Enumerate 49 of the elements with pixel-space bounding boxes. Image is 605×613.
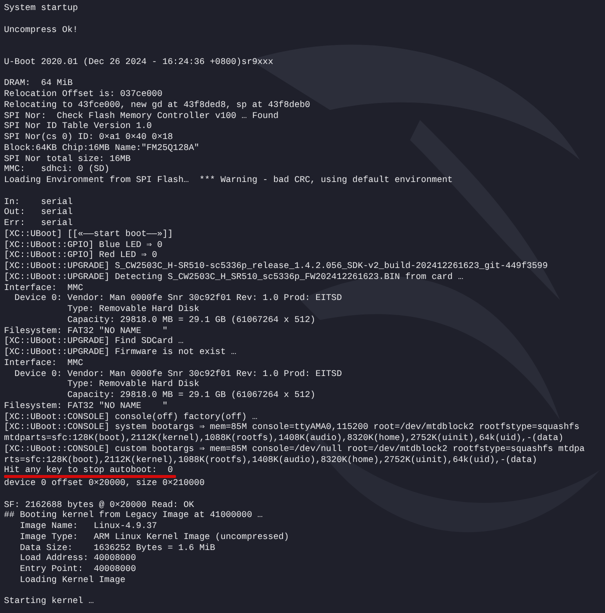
terminal-line: Out: serial xyxy=(4,207,73,218)
terminal-line: Relocation Offset is: 037ce000 xyxy=(4,89,162,100)
terminal-line: Interface: MMC xyxy=(4,358,84,368)
terminal-line: Image Name: Linux-4.9.37 xyxy=(18,521,158,532)
terminal-line: Hit any key to stop autoboot: 0 xyxy=(4,465,173,476)
terminal-line: [XC::UBoot::UPGRADE] Find SDCard … xyxy=(4,336,184,347)
terminal-line: Starting kernel … xyxy=(4,596,94,607)
terminal-line: SPI Nor(cs 0) ID: 0×a1 0×40 0×18 xyxy=(4,132,173,143)
terminal-line: [XC::UBoot::CONSOLE] custom bootargs ⇒ mem=85M console=/dev/null root=/dev/mtdblock2 rootfstype=squashfs mtdpa xyxy=(4,444,585,454)
terminal-line: Filesystem: FAT32 "NO NAME " xyxy=(4,400,168,412)
terminal-line: In: serial xyxy=(4,196,73,208)
terminal-line: Uncompress Ok! xyxy=(4,24,78,36)
terminal-line: ## Booting kernel from Legacy Image at 41000000 … xyxy=(4,510,263,521)
terminal-line: System startup xyxy=(4,3,78,14)
terminal-line: Err: serial xyxy=(4,218,73,229)
terminal-line: SPI Nor total size: 16MB xyxy=(4,154,131,164)
terminal-line: Type: Removable Hard Disk xyxy=(66,379,200,390)
terminal-line: Type: Removable Hard Disk xyxy=(66,304,200,315)
terminal-line: Entry Point: 40008000 xyxy=(18,564,136,575)
terminal-line: Loading Environment from SPI Flash… *** Warning - bad CRC, using default environment xyxy=(4,175,453,186)
terminal-line: Filesystem: FAT32 "NO NAME " xyxy=(4,326,168,336)
terminal-line: [XC::UBoot::UPGRADE] Firmware is not exist … xyxy=(4,347,236,358)
terminal-line: [XC::UBoot::UPGRADE] Detecting S_CW2503C_H_SR510_sc5336p_FW202412261623.BIN from card … xyxy=(4,272,464,282)
terminal-line: [XC::UBoot::GPIO] Red LED ⇒ 0 xyxy=(4,250,158,261)
terminal-line: SPI Nor ID Table Version 1.0 xyxy=(4,121,152,132)
terminal-line: [XC::UBoot::CONSOLE] system bootargs ⇒ mem=85M console=ttyAMA0,115200 root=/dev/mtdblock2 rootfstype=squashfs xyxy=(4,422,580,433)
terminal-line: U-Boot 2020.01 (Dec 26 2024 - 16:24:36 +0800)sr9xxx xyxy=(4,56,274,68)
terminal-line: Block:64KB Chip:16MB Name:"FM25Q128A" xyxy=(4,142,200,154)
terminal-line: mtdparts=sfc:128K(boot),2112K(kernel),1088K(rootfs),1408K(audio),8320K(home),2752K(uinit),64k(uid),-(data) xyxy=(4,433,564,444)
terminal-line: DRAM: 64 MiB xyxy=(4,78,73,89)
terminal-line: MMC: sdhci: 0 (SD) xyxy=(4,164,110,175)
terminal-line: [XC::UBoot::GPIO] Blue LED ⇒ 0 xyxy=(4,240,162,250)
terminal-line: Device 0: Vendor: Man 0000fe Snr 30c92f01 Rev: 1.0 Prod: EITSD xyxy=(14,293,342,304)
terminal-line: Device 0: Vendor: Man 0000fe Snr 30c92f01 Rev: 1.0 Prod: EITSD xyxy=(14,368,342,380)
terminal-line: [XC::UBoot::CONSOLE] console(off) factory(off) … xyxy=(4,412,258,422)
terminal-line: [XC::UBoot::UPGRADE] S_CW2503C_H-SR510-sc5336p_release_1.4.2.056_SDK-v2_build-202412261623_git-449f3599 xyxy=(4,261,548,272)
terminal-line: Data Size: 1636252 Bytes = 1.6 MiB xyxy=(18,542,216,554)
terminal-line: Interface: MMC xyxy=(4,282,84,294)
terminal-line: SPI Nor: Check Flash Memory Controller v100 … Found xyxy=(4,110,279,122)
terminal-line: rts=sfc:128K(boot),2112K(kernel),1088K(rootfs),1408K(audio),8320K(home),2752K(uinit),64k(uid),-(data) xyxy=(4,454,538,466)
terminal-line: Loading Kernel Image xyxy=(18,574,126,586)
terminal-line: Image Type: ARM Linux Kernel Image (uncompressed) xyxy=(18,532,290,542)
terminal-line: Load Address: 40008000 xyxy=(18,553,136,564)
terminal-line: Relocating to 43fce000, new gd at 43f8ded8, sp at 43f8deb0 xyxy=(4,100,310,110)
terminal-line: SF: 2162688 bytes @ 0×20000 Read: OK xyxy=(4,500,194,510)
terminal-line: [XC::UBoot] [[«——start boot——»]] xyxy=(4,228,173,240)
terminal-line: Capacity: 29818.0 MB = 29.1 GB (61067264 x 512) xyxy=(66,314,316,326)
terminal-line: device 0 offset 0×20000, size 0×210000 xyxy=(4,478,205,489)
terminal-line: Capacity: 29818.0 MB = 29.1 GB (61067264 x 512) xyxy=(66,390,316,401)
